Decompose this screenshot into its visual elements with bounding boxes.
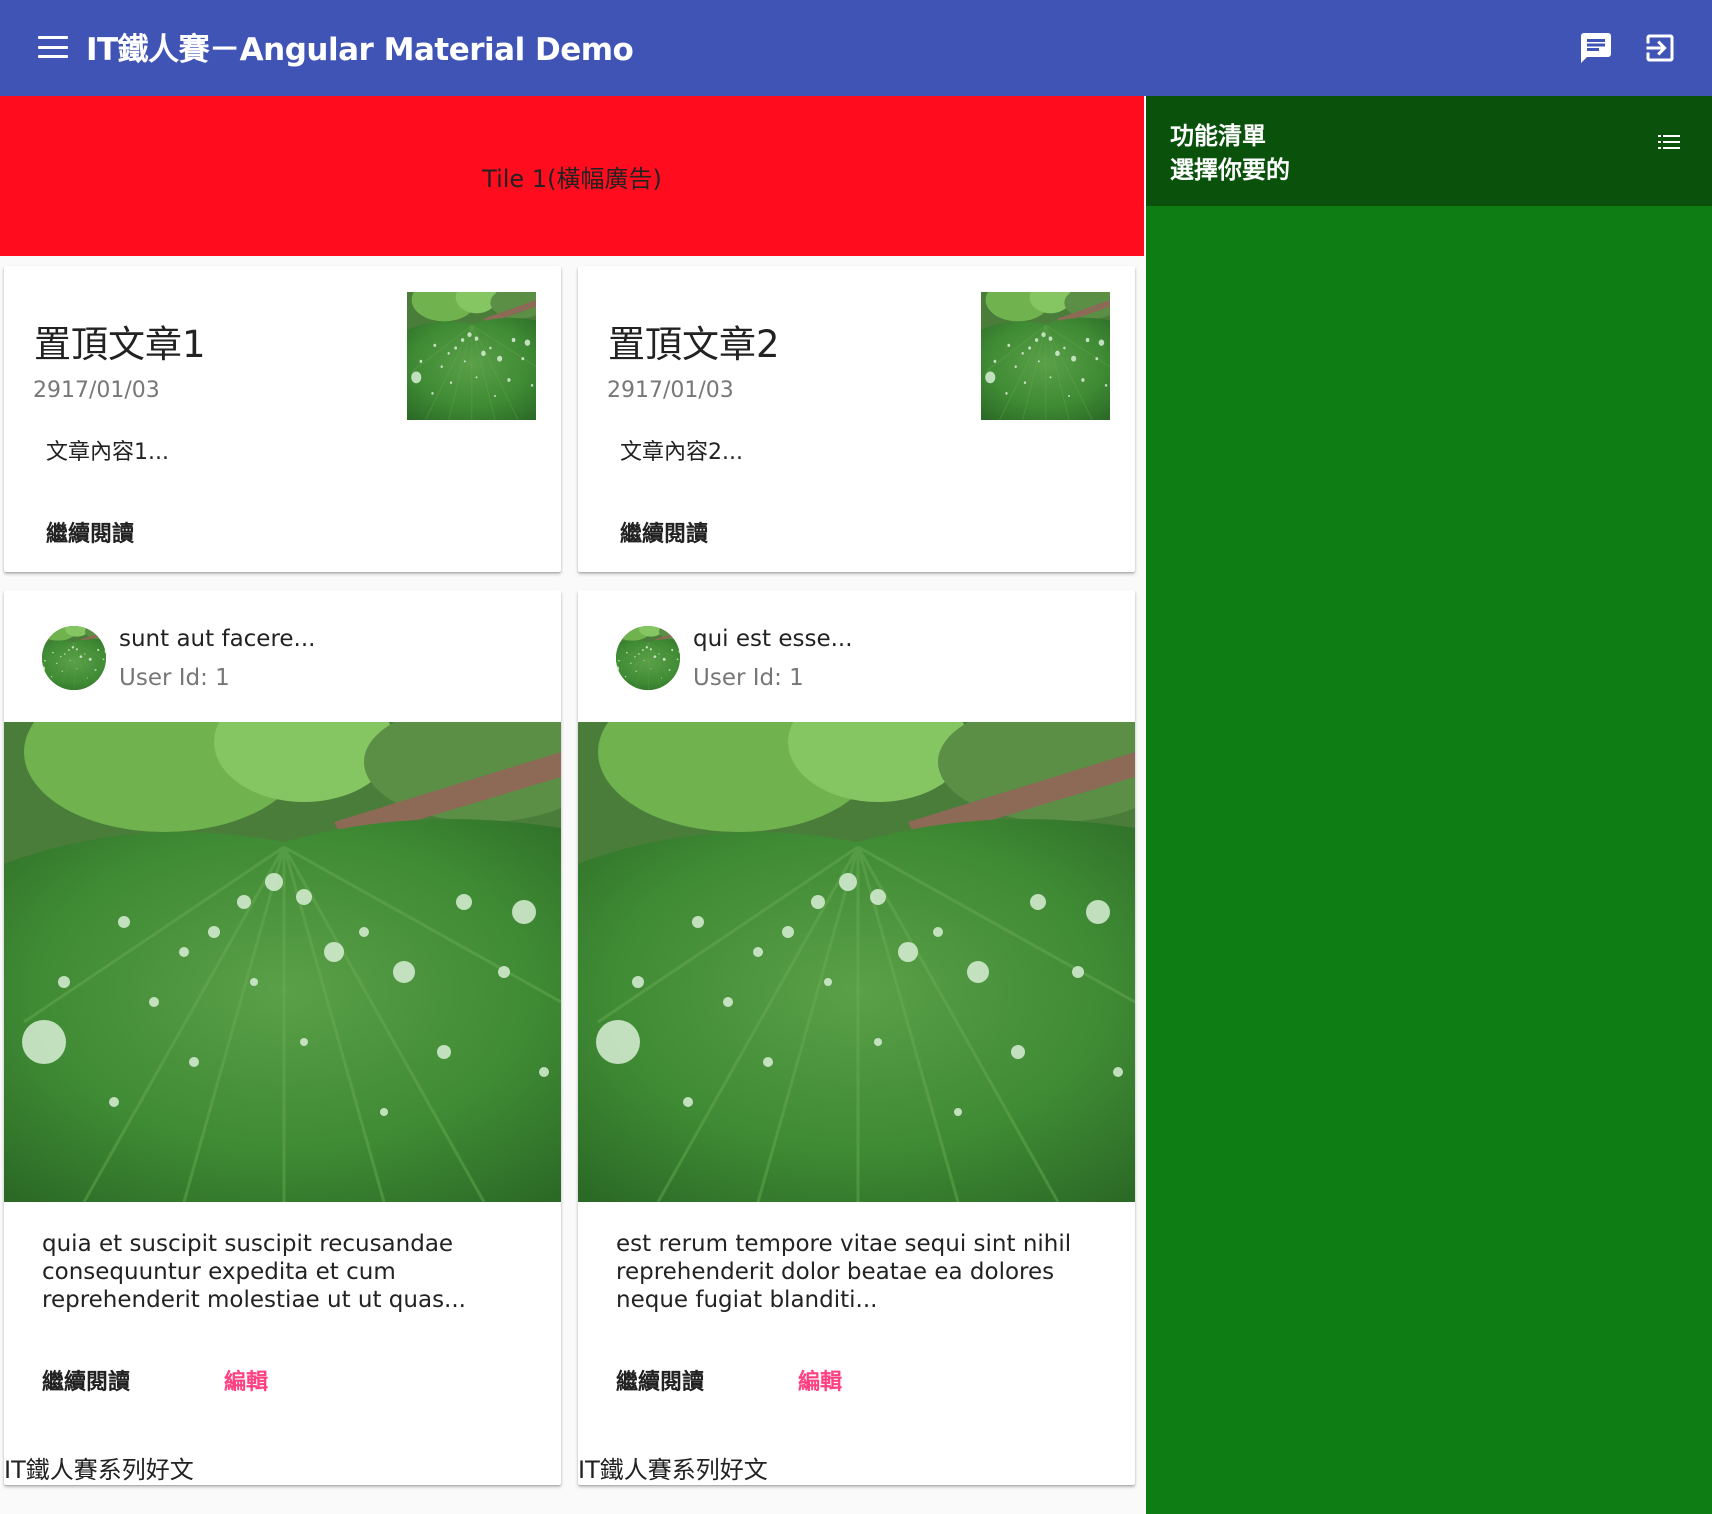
post-title: qui est esse...: [693, 626, 853, 652]
menu-icon[interactable]: [36, 32, 70, 62]
featured-thumbnail: [407, 292, 536, 420]
post-footer: IT鐵人賽系列好文: [4, 1456, 194, 1484]
post-body: quia et suscipit suscipit recusandae con…: [42, 1231, 466, 1313]
avatar: [616, 626, 680, 690]
banner-text: Tile 1(橫幅廣告): [482, 164, 662, 193]
sidenav: 功能清單 選擇你要的: [1146, 96, 1712, 1514]
edit-button[interactable]: 編輯: [224, 1364, 268, 1396]
featured-thumbnail: [981, 292, 1110, 420]
post-card: sunt aut facere... User Id: 1 quia et su…: [4, 590, 561, 1485]
sidenav-header: 功能清單 選擇你要的: [1146, 96, 1712, 206]
app-toolbar: IT鐵人賽－Angular Material Demo: [0, 0, 1712, 96]
post-footer: IT鐵人賽系列好文: [578, 1456, 768, 1484]
main-content: Tile 1(橫幅廣告) 置頂文章1 2917/01/03 文章內容1... 繼…: [0, 96, 1144, 1514]
avatar: [42, 626, 106, 690]
banner-tile: Tile 1(橫幅廣告): [0, 96, 1144, 256]
featured-title: 置頂文章1: [34, 323, 206, 366]
sidenav-title: 功能清單: [1170, 122, 1266, 150]
featured-card: 置頂文章2 2917/01/03 文章內容2... 繼續閱讀: [578, 266, 1135, 572]
app-title: IT鐵人賽－Angular Material Demo: [86, 32, 634, 68]
read-more-button[interactable]: 繼續閱讀: [46, 516, 134, 548]
post-body: est rerum tempore vitae sequi sint nihil…: [616, 1231, 1072, 1313]
post-image: [4, 722, 561, 1202]
read-more-button[interactable]: 繼續閱讀: [42, 1364, 130, 1396]
featured-body: 文章內容2...: [620, 440, 743, 465]
list-icon[interactable]: [1658, 134, 1680, 150]
featured-title: 置頂文章2: [608, 323, 780, 366]
featured-body: 文章內容1...: [46, 440, 169, 465]
post-user-id: User Id: 1: [693, 665, 804, 691]
chat-icon[interactable]: [1578, 30, 1614, 66]
featured-card: 置頂文章1 2917/01/03 文章內容1... 繼續閱讀: [4, 266, 561, 572]
read-more-button[interactable]: 繼續閱讀: [620, 516, 708, 548]
post-user-id: User Id: 1: [119, 665, 230, 691]
exit-to-app-icon[interactable]: [1642, 30, 1678, 66]
featured-date: 2917/01/03: [607, 378, 734, 403]
featured-date: 2917/01/03: [33, 378, 160, 403]
post-card: qui est esse... User Id: 1 est rerum tem…: [578, 590, 1135, 1485]
post-image: [578, 722, 1135, 1202]
post-title: sunt aut facere...: [119, 626, 316, 652]
read-more-button[interactable]: 繼續閱讀: [616, 1364, 704, 1396]
sidenav-subtitle: 選擇你要的: [1170, 156, 1290, 184]
edit-button[interactable]: 編輯: [798, 1364, 842, 1396]
